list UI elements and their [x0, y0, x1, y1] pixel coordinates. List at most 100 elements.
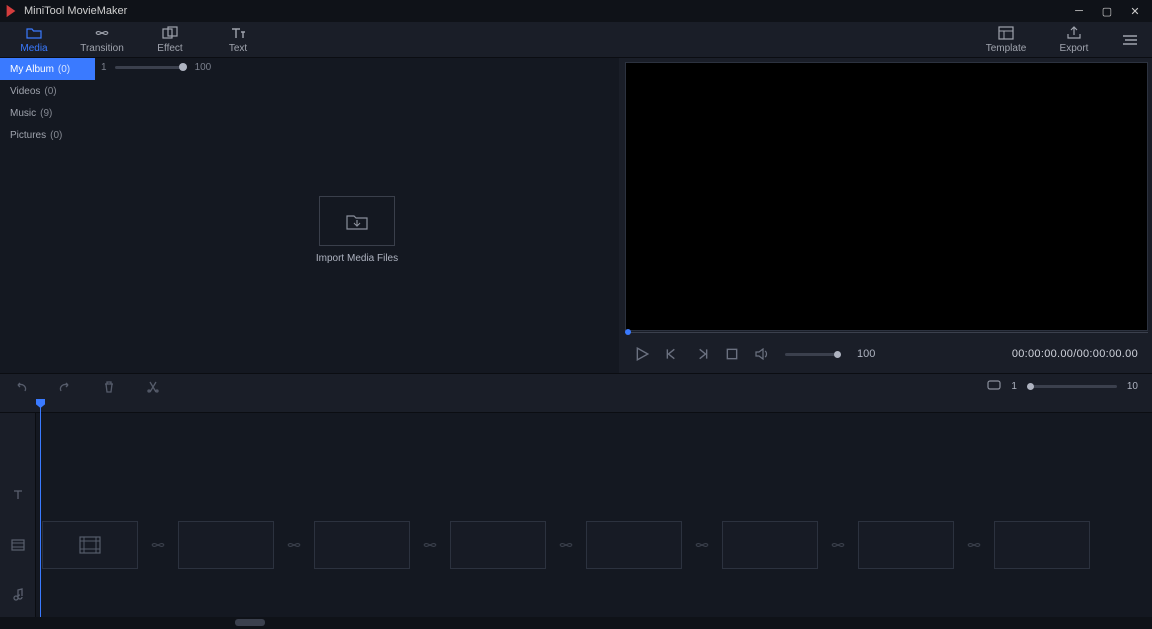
- clip-placeholder[interactable]: [178, 521, 274, 569]
- export-button[interactable]: Export: [1040, 22, 1108, 57]
- sidebar-item-label: Pictures: [10, 130, 46, 141]
- effect-icon: [162, 26, 178, 40]
- undo-button[interactable]: [14, 380, 28, 394]
- video-track-row: [0, 517, 1152, 573]
- clip-placeholder[interactable]: [722, 521, 818, 569]
- play-button[interactable]: [635, 347, 649, 361]
- import-media-label: Import Media Files: [316, 253, 398, 264]
- scrollbar-thumb[interactable]: [235, 619, 265, 626]
- tab-media[interactable]: Media: [0, 22, 68, 57]
- clip-placeholder[interactable]: [586, 521, 682, 569]
- thumb-zoom-max: 100: [195, 62, 212, 73]
- sidebar-item-count: (9): [40, 108, 52, 119]
- tab-transition[interactable]: Transition: [68, 22, 136, 57]
- video-track-icon: [0, 517, 36, 573]
- slider-handle[interactable]: [834, 351, 841, 358]
- transition-slot[interactable]: [818, 521, 858, 569]
- video-track[interactable]: [36, 517, 1152, 573]
- audio-track-row: [0, 573, 1152, 617]
- transition-slot[interactable]: [138, 521, 178, 569]
- stop-button[interactable]: [725, 347, 739, 361]
- playhead[interactable]: [40, 399, 41, 617]
- clip-placeholder[interactable]: [450, 521, 546, 569]
- media-panel: 1 100 Import Media Files: [95, 58, 619, 373]
- text-track-row: [0, 473, 1152, 517]
- titlebar: MiniTool MovieMaker ─ ▢ ✕: [0, 0, 1152, 22]
- thumb-zoom-min: 1: [101, 62, 107, 73]
- menu-button[interactable]: [1108, 22, 1152, 57]
- transition-slot[interactable]: [546, 521, 586, 569]
- clip-placeholder[interactable]: [314, 521, 410, 569]
- track-gutter: [0, 413, 36, 473]
- audio-track-icon: [0, 573, 36, 617]
- export-icon: [1066, 26, 1082, 40]
- timeline-horizontal-scrollbar[interactable]: [0, 617, 1152, 629]
- slider-handle[interactable]: [1027, 383, 1034, 390]
- export-label: Export: [1060, 43, 1089, 54]
- template-button[interactable]: Template: [972, 22, 1040, 57]
- import-folder-icon: [346, 212, 368, 230]
- next-frame-button[interactable]: [695, 347, 709, 361]
- transition-icon: [94, 26, 110, 40]
- preview-progress[interactable]: [625, 331, 1148, 335]
- tab-text[interactable]: Text: [204, 22, 272, 57]
- overlay-track[interactable]: [36, 413, 1152, 473]
- tab-label: Text: [229, 43, 247, 54]
- text-track[interactable]: [36, 473, 1152, 517]
- maximize-button[interactable]: ▢: [1098, 5, 1116, 18]
- slider-handle[interactable]: [179, 63, 187, 71]
- volume-value: 100: [857, 348, 875, 360]
- delete-button[interactable]: [102, 380, 116, 394]
- sidebar-item-my-album[interactable]: My Album (0): [0, 58, 95, 80]
- app-logo-icon: [4, 4, 18, 18]
- prev-frame-button[interactable]: [665, 347, 679, 361]
- sidebar-item-music[interactable]: Music (9): [0, 102, 95, 124]
- timeline-zoom-min: 1: [1011, 381, 1017, 392]
- text-icon: [230, 26, 246, 40]
- split-button[interactable]: [146, 380, 160, 394]
- thumb-zoom-slider[interactable]: [115, 66, 187, 69]
- main-toolbar: Media Transition Effect Text Template Ex…: [0, 22, 1152, 58]
- volume-slider[interactable]: [785, 353, 841, 356]
- sidebar-item-pictures[interactable]: Pictures (0): [0, 124, 95, 146]
- clip-placeholder[interactable]: [994, 521, 1090, 569]
- text-track-icon: [0, 473, 36, 517]
- folder-icon: [26, 26, 42, 40]
- transition-slot[interactable]: [274, 521, 314, 569]
- timeline-ruler[interactable]: [0, 399, 1152, 413]
- minimize-button[interactable]: ─: [1070, 5, 1088, 18]
- tab-label: Media: [20, 43, 47, 54]
- transition-slot[interactable]: [682, 521, 722, 569]
- overlay-track-row: [0, 413, 1152, 473]
- tab-label: Effect: [157, 43, 182, 54]
- mute-button[interactable]: [755, 347, 769, 361]
- transition-slot[interactable]: [954, 521, 994, 569]
- sidebar-item-count: (0): [50, 130, 62, 141]
- template-label: Template: [986, 43, 1027, 54]
- timeline-toolbar: 1 10: [0, 373, 1152, 399]
- hamburger-icon: [1121, 34, 1139, 46]
- progress-handle[interactable]: [625, 329, 631, 335]
- timeline-zoom-max: 10: [1127, 381, 1138, 392]
- preview-viewer: [625, 62, 1148, 331]
- tab-effect[interactable]: Effect: [136, 22, 204, 57]
- sidebar-item-videos[interactable]: Videos (0): [0, 80, 95, 102]
- sidebar-item-count: (0): [58, 64, 70, 75]
- sidebar-item-count: (0): [44, 86, 56, 97]
- import-media-button[interactable]: [319, 196, 395, 246]
- template-icon: [998, 26, 1014, 40]
- sidebar-item-label: Music: [10, 108, 36, 119]
- audio-track[interactable]: [36, 573, 1152, 617]
- clip-placeholder[interactable]: [858, 521, 954, 569]
- app-title: MiniTool MovieMaker: [24, 5, 127, 17]
- timecode-display: 00:00:00.00/00:00:00.00: [1012, 348, 1138, 360]
- redo-button[interactable]: [58, 380, 72, 394]
- close-button[interactable]: ✕: [1126, 5, 1144, 18]
- preview-panel: 100 00:00:00.00/00:00:00.00: [619, 58, 1152, 373]
- sidebar-item-label: My Album: [10, 64, 54, 75]
- media-category-sidebar: My Album (0) Videos (0) Music (9) Pictur…: [0, 58, 95, 373]
- clip-placeholder[interactable]: [42, 521, 138, 569]
- timeline-zoom-slider[interactable]: [1027, 385, 1117, 388]
- fit-button[interactable]: [987, 380, 1001, 394]
- transition-slot[interactable]: [410, 521, 450, 569]
